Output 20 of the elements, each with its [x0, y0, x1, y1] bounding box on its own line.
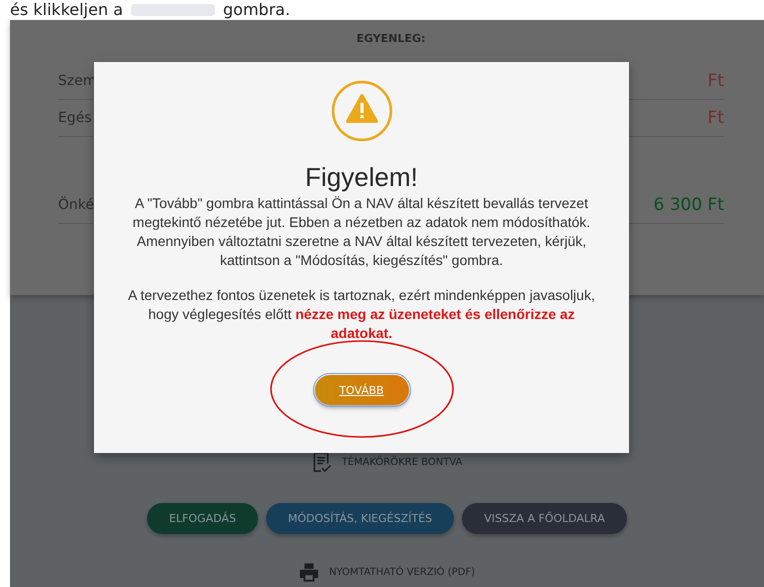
- print-link[interactable]: NYOMTATHATÓ VERZIÓ (PDF): [328, 567, 476, 578]
- next-button[interactable]: TOVÁBB: [314, 375, 408, 405]
- row-amount: Ft: [708, 108, 724, 128]
- row-label: Egés: [58, 110, 92, 126]
- intro-text: és klikkeljen a: [10, 0, 123, 20]
- dialog-message: A "Tovább" gombra kattintással Ön a NAV által készített bevallás tervezet megtekintő nézetébe jut. Ebben a nézetben az adatok nem módosíthatók. Amennyiben változtatni szeretne a NAV által készített tervezeten, kérjük, kattintson a "Módosítás, kiegészítés" gombra.: [132, 194, 592, 270]
- dialog-message: A tervezethez fontos üzenetek is tartoznak, ezért mindenképpen javasoljuk, hogy véglegesítés előtt nézze meg az üzeneteket és ellenőrizze az adatokat.: [127, 286, 596, 343]
- action-button[interactable]: VISSZA A FŐOLDALRA: [462, 503, 627, 534]
- dialog-title: Figyelem!: [305, 162, 418, 192]
- action-button[interactable]: MÓDOSÍTÁS, KIEGÉSZÍTÉS: [266, 503, 454, 534]
- intro-text: gombra.: [223, 0, 290, 20]
- balance-title: EGYENLEG:: [356, 31, 426, 47]
- row-label: Önké: [58, 197, 94, 213]
- document-check-icon: [312, 452, 332, 473]
- topics-link[interactable]: TÉMAKÖRÖKRE BONTVA: [342, 457, 462, 468]
- printer-icon: [298, 562, 319, 583]
- row-amount: 6 300 Ft: [653, 195, 724, 215]
- warning-icon: [330, 80, 392, 142]
- action-button[interactable]: ELFOGADÁS: [147, 503, 258, 534]
- row-amount: Ft: [708, 71, 724, 91]
